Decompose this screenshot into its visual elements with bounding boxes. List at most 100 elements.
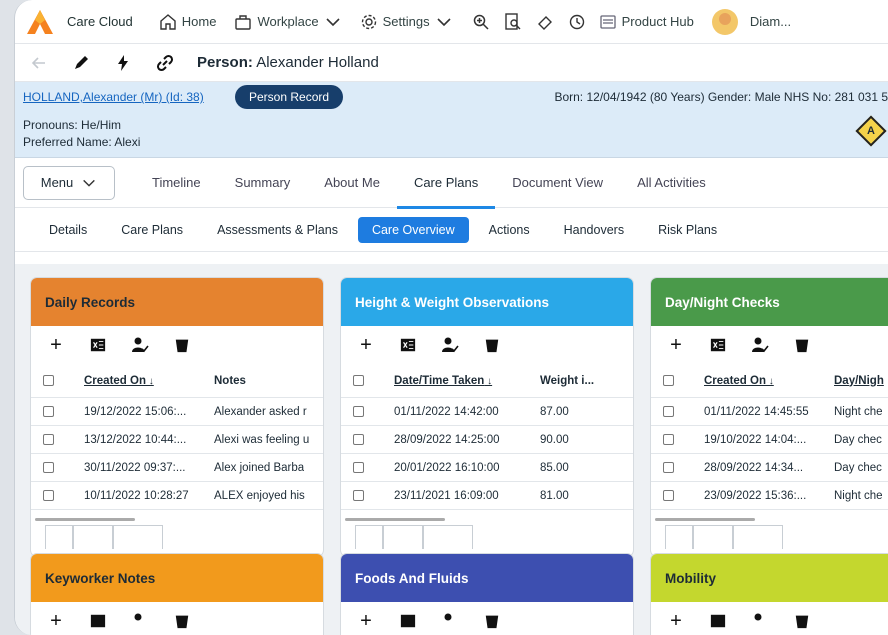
table-row[interactable]: 10/11/2022 10:28:27 ALEX enjoyed his	[31, 482, 323, 510]
trash-icon[interactable]	[171, 334, 193, 356]
person-record-button[interactable]: Person Record	[235, 85, 344, 109]
row-checkbox[interactable]	[43, 462, 54, 473]
row-checkbox[interactable]	[43, 434, 54, 445]
pagination[interactable]	[355, 525, 633, 549]
subtab-handovers[interactable]: Handovers	[550, 217, 638, 243]
cell-day-night: Night che	[834, 405, 883, 418]
table-row[interactable]: 01/11/2022 14:42:00 87.00	[341, 398, 633, 426]
eraser-icon[interactable]	[535, 12, 555, 32]
table-row[interactable]: 30/11/2022 09:37:... Alex joined Barba	[31, 454, 323, 482]
trash-icon[interactable]	[481, 334, 503, 356]
pagination[interactable]	[45, 525, 323, 549]
select-all-checkbox[interactable]	[43, 375, 54, 386]
add-icon[interactable]: +	[355, 334, 377, 356]
table-row[interactable]: 28/09/2022 14:25:00 90.00	[341, 426, 633, 454]
nav-home[interactable]: Home	[159, 13, 216, 31]
add-icon[interactable]: +	[45, 610, 67, 632]
row-checkbox[interactable]	[353, 434, 364, 445]
tab-timeline[interactable]: Timeline	[135, 158, 218, 208]
subtab-details[interactable]: Details	[35, 217, 101, 243]
excel-export-icon[interactable]	[87, 334, 109, 356]
care-cloud-logo[interactable]	[25, 7, 55, 37]
horizontal-scrollbar[interactable]	[35, 518, 135, 521]
column-header-weight[interactable]: Weight i...	[540, 375, 594, 387]
row-checkbox[interactable]	[353, 462, 364, 473]
history-icon[interactable]	[567, 12, 587, 32]
user-check-icon[interactable]	[129, 334, 151, 356]
table-row[interactable]: 19/12/2022 15:06:... Alexander asked r	[31, 398, 323, 426]
table-row[interactable]: 13/12/2022 10:44:... Alexi was feeling u	[31, 426, 323, 454]
select-all-checkbox[interactable]	[663, 375, 674, 386]
horizontal-scrollbar[interactable]	[655, 518, 755, 521]
table-row[interactable]: 20/01/2022 16:10:00 85.00	[341, 454, 633, 482]
document-search-icon[interactable]	[503, 12, 523, 32]
nav-workplace[interactable]: Workplace	[234, 13, 341, 31]
user-check-icon[interactable]	[439, 334, 461, 356]
lightning-icon[interactable]	[113, 53, 133, 73]
tab-document-view[interactable]: Document View	[495, 158, 620, 208]
select-all-checkbox[interactable]	[353, 375, 364, 386]
subtab-assessments-plans[interactable]: Assessments & Plans	[203, 217, 352, 243]
back-arrow-icon[interactable]	[29, 53, 49, 73]
product-hub-link[interactable]: Product Hub	[599, 13, 694, 31]
menu-button[interactable]: Menu	[23, 165, 115, 200]
user-check-icon[interactable]	[439, 610, 461, 632]
trash-icon[interactable]	[791, 610, 813, 632]
sort-icon[interactable]: ↓	[146, 376, 154, 387]
table-row[interactable]: 28/09/2022 14:34... Day chec	[651, 454, 888, 482]
row-checkbox[interactable]	[663, 462, 674, 473]
column-header-created-on[interactable]: Created On ↓	[84, 375, 214, 387]
user-avatar[interactable]	[711, 8, 738, 35]
column-header-created-on[interactable]: Created On ↓	[704, 375, 834, 387]
excel-export-icon[interactable]	[397, 334, 419, 356]
subtab-risk-plans[interactable]: Risk Plans	[644, 217, 731, 243]
table-row[interactable]: 01/11/2022 14:45:55 Night che	[651, 398, 888, 426]
row-checkbox[interactable]	[663, 434, 674, 445]
nav-settings[interactable]: Settings	[360, 13, 453, 31]
trash-icon[interactable]	[791, 334, 813, 356]
sort-icon[interactable]: ↓	[484, 376, 492, 387]
column-header-date-time-taken[interactable]: Date/Time Taken ↓	[394, 375, 540, 387]
table-row[interactable]: 23/11/2021 16:09:00 81.00	[341, 482, 633, 510]
tab-summary[interactable]: Summary	[218, 158, 308, 208]
subtab-actions[interactable]: Actions	[475, 217, 544, 243]
add-icon[interactable]: +	[355, 610, 377, 632]
excel-export-icon[interactable]	[397, 610, 419, 632]
zoom-in-icon[interactable]	[471, 12, 491, 32]
pagination[interactable]	[665, 525, 888, 549]
column-header-notes[interactable]: Notes	[214, 375, 246, 387]
row-checkbox[interactable]	[663, 406, 674, 417]
tab-about-me[interactable]: About Me	[307, 158, 397, 208]
row-checkbox[interactable]	[43, 406, 54, 417]
card-toolbar: +	[651, 326, 888, 364]
add-icon[interactable]: +	[45, 334, 67, 356]
row-checkbox[interactable]	[43, 490, 54, 501]
tab-care-plans[interactable]: Care Plans	[396, 158, 496, 209]
trash-icon[interactable]	[481, 610, 503, 632]
excel-export-icon[interactable]	[707, 610, 729, 632]
tab-all-activities[interactable]: All Activities	[620, 158, 723, 208]
person-link[interactable]: HOLLAND,Alexander (Mr) (Id: 38)	[23, 90, 204, 104]
row-checkbox[interactable]	[353, 490, 364, 501]
row-checkbox[interactable]	[663, 490, 674, 501]
excel-export-icon[interactable]	[707, 334, 729, 356]
sort-icon[interactable]: ↓	[766, 376, 774, 387]
link-icon[interactable]	[155, 53, 175, 73]
subtab-care-overview[interactable]: Care Overview	[357, 216, 469, 243]
add-icon[interactable]: +	[665, 334, 687, 356]
alert-warning-icon[interactable]: A	[855, 115, 887, 147]
table-row[interactable]: 19/10/2022 14:04:... Day chec	[651, 426, 888, 454]
table-row[interactable]: 23/09/2022 15:36:... Night che	[651, 482, 888, 510]
subtab-care-plans[interactable]: Care Plans	[107, 217, 197, 243]
user-check-icon[interactable]	[749, 610, 771, 632]
add-icon[interactable]: +	[665, 610, 687, 632]
row-checkbox[interactable]	[353, 406, 364, 417]
user-check-icon[interactable]	[749, 334, 771, 356]
excel-export-icon[interactable]	[87, 610, 109, 632]
trash-icon[interactable]	[171, 610, 193, 632]
column-header-day-night[interactable]: Day/Nigh	[834, 375, 884, 387]
user-check-icon[interactable]	[129, 610, 151, 632]
pencil-icon[interactable]	[71, 53, 91, 73]
user-name[interactable]: Diam...	[750, 14, 791, 29]
horizontal-scrollbar[interactable]	[345, 518, 445, 521]
